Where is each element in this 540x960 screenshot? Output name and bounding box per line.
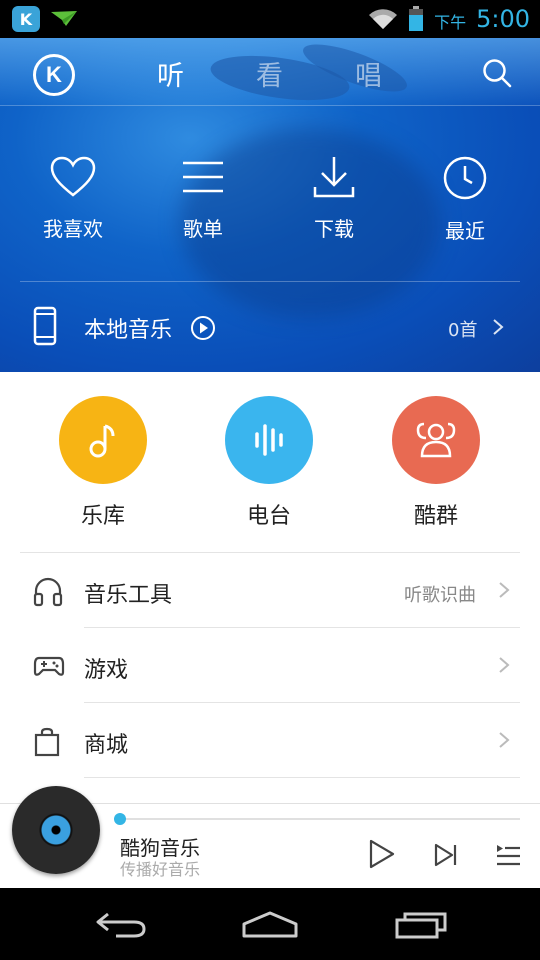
list-icon bbox=[183, 161, 223, 193]
wifi-icon bbox=[369, 9, 398, 29]
play-circle-icon[interactable] bbox=[190, 315, 216, 341]
menu-item-music-tools[interactable]: 音乐工具 听歌识曲 bbox=[0, 553, 540, 628]
clock-ampm: 下午 bbox=[434, 13, 467, 32]
local-music-count: 0首 bbox=[448, 320, 478, 341]
quick-action-label: 最近 bbox=[445, 219, 485, 243]
top-bar-divider bbox=[0, 105, 540, 106]
quick-action-label: 下载 bbox=[314, 217, 354, 241]
quick-action-playlists[interactable]: 歌单 bbox=[148, 155, 258, 242]
download-icon bbox=[313, 157, 355, 198]
chevron-right-icon bbox=[493, 319, 504, 335]
chevron-right-icon bbox=[499, 582, 510, 598]
feature-radio-circle[interactable] bbox=[225, 396, 313, 484]
battery-icon bbox=[409, 6, 424, 31]
tab-listen[interactable]: 听 bbox=[157, 54, 184, 93]
menu-item-label: 游戏 bbox=[84, 658, 129, 683]
feature-group-circle[interactable] bbox=[392, 396, 480, 484]
playlist-queue-icon[interactable] bbox=[495, 842, 521, 868]
playback-progress-track[interactable] bbox=[120, 818, 520, 820]
gamepad-icon bbox=[33, 656, 65, 676]
menu-item-label: 音乐工具 bbox=[84, 583, 173, 608]
feature-library[interactable]: 乐库 bbox=[43, 396, 163, 530]
menu-item-store[interactable]: 商城 bbox=[0, 703, 540, 778]
play-icon[interactable] bbox=[368, 838, 396, 870]
radio-bars-icon bbox=[255, 424, 283, 456]
headphones-icon bbox=[33, 577, 63, 607]
feature-label: 电台 bbox=[246, 504, 291, 529]
status-bar: K 下午 5:00 bbox=[0, 0, 540, 38]
phone-icon bbox=[33, 306, 57, 346]
feature-radio[interactable]: 电台 bbox=[209, 396, 329, 530]
quick-action-label: 我喜欢 bbox=[43, 217, 103, 241]
clock-icon bbox=[443, 156, 487, 200]
menu-item-label: 商城 bbox=[84, 733, 129, 758]
quick-action-downloads[interactable]: 下载 bbox=[279, 155, 389, 242]
chevron-right-icon bbox=[499, 657, 510, 673]
group-icon bbox=[416, 422, 456, 458]
row-divider bbox=[84, 777, 520, 778]
feature-label: 酷群 bbox=[413, 504, 458, 529]
home-icon[interactable] bbox=[242, 910, 298, 940]
feature-label: 乐库 bbox=[80, 504, 125, 529]
search-icon[interactable] bbox=[482, 58, 512, 88]
system-navigation-bar bbox=[0, 888, 540, 960]
quick-action-favorites[interactable]: 我喜欢 bbox=[18, 155, 128, 242]
music-note-icon bbox=[89, 424, 115, 458]
heart-icon bbox=[50, 156, 96, 197]
feature-library-circle[interactable] bbox=[59, 396, 147, 484]
mini-player[interactable]: 酷狗音乐 传播好音乐 bbox=[0, 786, 540, 888]
chevron-right-icon bbox=[499, 732, 510, 748]
top-navigation-bar: K 听 看 唱 bbox=[0, 38, 540, 106]
kugou-logo-button[interactable]: K bbox=[33, 54, 75, 96]
quick-action-label: 歌单 bbox=[183, 217, 223, 241]
menu-item-games[interactable]: 游戏 bbox=[0, 628, 540, 703]
paper-plane-icon bbox=[51, 11, 77, 26]
player-song-subtitle: 传播好音乐 bbox=[120, 860, 201, 879]
tab-sing[interactable]: 唱 bbox=[355, 54, 382, 93]
playback-progress-thumb[interactable] bbox=[114, 813, 126, 825]
recent-apps-icon[interactable] bbox=[394, 910, 448, 940]
quick-action-recent[interactable]: 最近 bbox=[410, 155, 520, 244]
album-disc[interactable] bbox=[12, 786, 100, 874]
shopping-bag-icon bbox=[34, 727, 60, 757]
local-music-row[interactable]: 本地音乐 0首 bbox=[0, 290, 540, 364]
tab-watch[interactable]: 看 bbox=[256, 54, 283, 93]
next-track-icon[interactable] bbox=[433, 842, 459, 868]
menu-item-hint: 听歌识曲 bbox=[404, 585, 476, 606]
local-music-label: 本地音乐 bbox=[84, 318, 173, 343]
clock-time: 5:00 bbox=[476, 5, 530, 33]
feature-group[interactable]: 酷群 bbox=[376, 396, 496, 530]
hero-divider bbox=[20, 281, 520, 282]
kugou-app-notification-icon: K bbox=[12, 6, 40, 32]
back-icon[interactable] bbox=[94, 910, 148, 940]
